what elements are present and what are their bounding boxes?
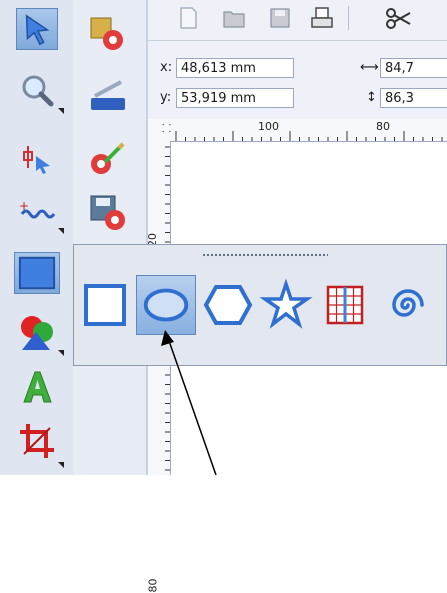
table-shape-tool-button[interactable]	[316, 275, 376, 335]
selector-tool-button[interactable]	[16, 8, 58, 50]
flyout-indicator-icon	[58, 228, 64, 234]
open-button[interactable]	[220, 4, 248, 32]
crop-tool-button[interactable]	[16, 420, 58, 462]
star-icon	[259, 278, 313, 329]
node-edit-icon	[23, 146, 50, 174]
save-gear-icon	[90, 195, 125, 230]
property-bar: x: 48,613 mm y: 53,919 mm ⟷ 84,7 ↕ 86,3	[148, 0, 447, 120]
ellipse-shape-tool-button[interactable]	[136, 275, 196, 335]
width-field[interactable]: 84,7	[380, 58, 447, 78]
hexagon-icon	[203, 285, 253, 325]
svg-text:+: +	[19, 199, 29, 213]
effects-tool-button[interactable]	[87, 14, 129, 56]
flyout-drag-handle[interactable]	[202, 253, 328, 257]
rectangle-icon	[84, 284, 126, 326]
rectangle-icon	[18, 256, 56, 290]
spiral-shape-tool-button[interactable]	[376, 275, 436, 335]
rectangle-tool-button[interactable]	[14, 252, 60, 294]
effects-gear-icon	[90, 17, 123, 50]
ellipse-icon	[143, 288, 189, 322]
flyout-indicator-icon	[58, 462, 64, 468]
horizontal-ruler: ⸬ 100 80	[148, 119, 447, 142]
toolbar-separator	[348, 6, 349, 30]
polygon-shape-tool-button[interactable]	[198, 275, 258, 335]
new-document-icon	[180, 7, 197, 29]
magnifier-icon	[22, 75, 54, 107]
x-position-field[interactable]: 48,613 mm	[176, 58, 294, 78]
color-fill-icon	[21, 316, 53, 350]
rectangle-shape-tool-button[interactable]	[76, 275, 136, 335]
graph-paper-icon	[326, 285, 364, 325]
spiral-icon	[392, 289, 424, 317]
y-position-field[interactable]: 53,919 mm	[176, 88, 294, 108]
flyout-indicator-icon	[58, 350, 64, 356]
repair-tool-button[interactable]	[87, 138, 129, 180]
pointer-arrow-icon	[25, 14, 50, 46]
height-field[interactable]: 86,3	[380, 88, 447, 108]
brush-gear-icon	[91, 142, 125, 174]
zoom-tool-button[interactable]	[16, 70, 58, 112]
ruler-label: 80	[146, 578, 160, 593]
export-tool-button[interactable]	[87, 192, 129, 234]
freehand-curve-icon: +	[19, 199, 56, 219]
toolbar-row-divider	[148, 40, 447, 41]
height-arrows-icon: ↕	[366, 90, 377, 105]
scanner-icon	[91, 80, 125, 110]
star-shape-tool-button[interactable]	[256, 275, 316, 335]
save-button[interactable]	[266, 4, 294, 32]
x-label: x:	[160, 60, 173, 75]
freehand-tool-button[interactable]: +	[16, 192, 58, 234]
flyout-indicator-icon	[58, 108, 64, 114]
eraser-tool-button[interactable]	[87, 76, 129, 118]
y-label: y:	[160, 90, 172, 105]
floppy-icon	[270, 8, 290, 28]
printer-icon	[311, 7, 333, 28]
print-button[interactable]	[308, 4, 336, 32]
text-a-icon	[23, 371, 52, 403]
text-tool-button[interactable]	[16, 366, 58, 408]
folder-icon	[223, 11, 245, 28]
shape-tools-flyout	[73, 244, 447, 366]
fill-tool-button[interactable]	[16, 312, 58, 354]
scissors-icon	[386, 8, 411, 29]
ruler-ticks	[175, 131, 443, 141]
new-document-button[interactable]	[174, 4, 202, 32]
width-arrows-icon: ⟷	[360, 60, 379, 75]
crop-icon	[20, 424, 54, 458]
toolbox: +	[0, 0, 73, 475]
toolbox-secondary	[73, 0, 146, 475]
cut-button[interactable]	[384, 4, 412, 32]
node-tool-button[interactable]	[16, 138, 58, 180]
